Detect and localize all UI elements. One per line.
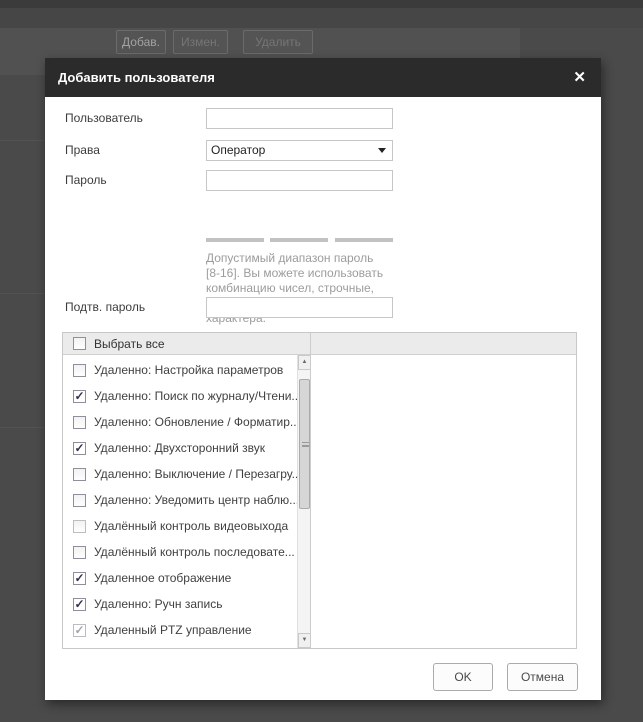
permission-row[interactable]: ✓ Удаленный PTZ управление bbox=[63, 617, 286, 643]
permission-label: Удаленно: Выключение / Перезагру... bbox=[94, 467, 302, 481]
permission-row[interactable]: Удалённый контроль видеовыхода bbox=[63, 513, 286, 539]
permission-label: Удаленно: Уведомить центр наблю... bbox=[94, 493, 299, 507]
scroll-up-icon[interactable]: ▲ bbox=[298, 355, 310, 370]
permission-label: Удалённый контроль последовате... bbox=[94, 545, 295, 559]
password-strength-meter bbox=[206, 238, 393, 242]
confirm-password-label: Подтв. пароль bbox=[65, 297, 145, 318]
select-all-checkbox[interactable] bbox=[73, 337, 86, 350]
permission-checkbox[interactable] bbox=[73, 520, 86, 533]
permission-row[interactable]: ✓ Удаленное воспроизведение/загру... bbox=[63, 643, 286, 648]
permissions-right-header bbox=[311, 333, 576, 355]
permission-row[interactable]: Удаленно: Выключение / Перезагру... bbox=[63, 461, 286, 487]
page-header-strip bbox=[0, 8, 643, 28]
permission-checkbox[interactable] bbox=[73, 546, 86, 559]
permission-label: Удаленно: Двухсторонний звук bbox=[94, 441, 265, 455]
page-toolbar-band-left bbox=[0, 58, 45, 75]
page-row-divider bbox=[0, 293, 45, 294]
permissions-list: Удаленно: Настройка параметров ✓ Удаленн… bbox=[63, 357, 286, 648]
permission-label: Удаленно: Поиск по журналу/Чтени... bbox=[94, 389, 301, 403]
cancel-button[interactable]: Отмена bbox=[507, 663, 578, 691]
level-select[interactable]: Оператор bbox=[206, 140, 393, 161]
permission-row[interactable]: ✓ Удаленное отображение bbox=[63, 565, 286, 591]
permissions-panel: Выбрать все Удаленно: Настройка параметр… bbox=[62, 332, 577, 649]
permissions-scroll-area: Удаленно: Настройка параметров ✓ Удаленн… bbox=[63, 355, 310, 648]
add-user-button[interactable]: Добав. bbox=[116, 30, 166, 54]
select-all-label: Выбрать все bbox=[94, 337, 165, 351]
permission-label: Удаленный PTZ управление bbox=[94, 623, 252, 637]
confirm-password-input[interactable] bbox=[206, 297, 393, 318]
permission-row[interactable]: ✓ Удаленно: Двухсторонний звук bbox=[63, 435, 286, 461]
level-label: Права bbox=[65, 140, 100, 161]
permission-row[interactable]: Удалённый контроль последовате... bbox=[63, 539, 286, 565]
page-top-strip bbox=[0, 0, 643, 8]
close-icon[interactable]: ✕ bbox=[573, 58, 586, 97]
dialog-title: Добавить пользователя bbox=[58, 58, 215, 97]
permission-checkbox[interactable]: ✓ bbox=[73, 572, 86, 585]
level-select-value: Оператор bbox=[211, 143, 265, 157]
permission-checkbox[interactable] bbox=[73, 364, 86, 377]
permission-row[interactable]: ✓ Удаленно: Ручн запись bbox=[63, 591, 286, 617]
scroll-down-icon[interactable]: ▼ bbox=[298, 633, 310, 648]
permission-checkbox[interactable] bbox=[73, 494, 86, 507]
delete-user-button: Удалить bbox=[243, 30, 313, 54]
permission-label: Удаленное отображение bbox=[94, 571, 231, 585]
password-label: Пароль bbox=[65, 170, 107, 191]
permission-label: Удалённый контроль видеовыхода bbox=[94, 519, 288, 533]
page-row-divider bbox=[0, 427, 45, 428]
permission-row[interactable]: ✓ Удаленно: Поиск по журналу/Чтени... bbox=[63, 383, 286, 409]
strength-bar-2 bbox=[270, 238, 328, 242]
permission-row[interactable]: Удаленно: Обновление / Форматир... bbox=[63, 409, 286, 435]
username-input[interactable] bbox=[206, 108, 393, 129]
add-user-dialog: Добавить пользователя ✕ Пользователь Пра… bbox=[45, 58, 601, 700]
permission-row[interactable]: Удаленно: Уведомить центр наблю... bbox=[63, 487, 286, 513]
permissions-right-body bbox=[311, 355, 576, 648]
strength-bar-3 bbox=[335, 238, 393, 242]
strength-bar-1 bbox=[206, 238, 264, 242]
password-input[interactable] bbox=[206, 170, 393, 191]
permission-checkbox[interactable]: ✓ bbox=[73, 390, 86, 403]
permission-checkbox[interactable]: ✓ bbox=[73, 598, 86, 611]
username-label: Пользователь bbox=[65, 108, 143, 129]
chevron-down-icon bbox=[378, 148, 386, 153]
permission-label: Удаленно: Обновление / Форматир... bbox=[94, 415, 300, 429]
ok-button[interactable]: OK bbox=[433, 663, 493, 691]
permissions-right-pane bbox=[310, 333, 576, 648]
permission-row[interactable]: Удаленно: Настройка параметров bbox=[63, 357, 286, 383]
scrollbar[interactable]: ▲ ▼ bbox=[297, 355, 310, 648]
permission-checkbox[interactable]: ✓ bbox=[73, 624, 86, 637]
permission-checkbox[interactable]: ✓ bbox=[73, 442, 86, 455]
scrollbar-grip-icon bbox=[302, 442, 309, 447]
scrollbar-thumb[interactable] bbox=[299, 379, 310, 509]
permissions-left-pane: Выбрать все Удаленно: Настройка параметр… bbox=[63, 333, 310, 648]
permission-checkbox[interactable] bbox=[73, 468, 86, 481]
modify-user-button: Измен. bbox=[173, 30, 228, 54]
permission-checkbox[interactable] bbox=[73, 416, 86, 429]
select-all-row[interactable]: Выбрать все bbox=[63, 333, 310, 355]
permission-label: Удаленно: Ручн запись bbox=[94, 597, 222, 611]
dialog-titlebar: Добавить пользователя ✕ bbox=[45, 58, 601, 97]
page-row-divider bbox=[0, 140, 45, 141]
permission-label: Удаленно: Настройка параметров bbox=[94, 363, 283, 377]
